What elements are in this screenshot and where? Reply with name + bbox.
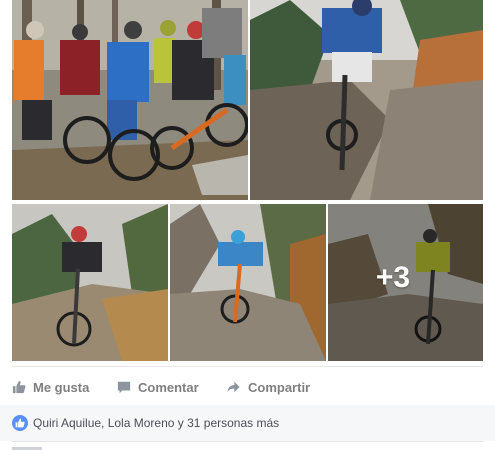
more-photos-overlay[interactable]: +3 bbox=[328, 204, 483, 361]
thumbs-up-icon bbox=[12, 380, 26, 394]
photo-rider-red-helmet[interactable] bbox=[12, 204, 168, 361]
photo-rider-descent-image bbox=[250, 0, 483, 200]
share-button[interactable]: Compartir bbox=[226, 374, 310, 400]
photo-rider-blue-helmet[interactable] bbox=[170, 204, 326, 361]
like-button[interactable]: Me gusta bbox=[12, 374, 89, 400]
reactions-bar: Quiri Aquilue, Lola Moreno y 31 personas… bbox=[0, 405, 495, 441]
like-badge-icon bbox=[12, 415, 28, 431]
photo-group-riders-image bbox=[12, 0, 248, 200]
action-bar: Me gusta Comentar Compartir bbox=[12, 374, 483, 400]
share-arrow-icon bbox=[227, 381, 240, 393]
photo-rider-blue-helmet-image bbox=[170, 204, 326, 361]
photo-more-album[interactable]: +3 bbox=[328, 204, 483, 361]
facebook-post: +3 Me gusta Comentar Compartir Quiri Aqu… bbox=[0, 0, 495, 450]
photo-group-riders[interactable] bbox=[12, 0, 248, 200]
reactions-summary[interactable]: Quiri Aquilue, Lola Moreno y 31 personas… bbox=[12, 414, 279, 432]
like-label: Me gusta bbox=[33, 379, 90, 395]
share-label: Compartir bbox=[248, 379, 311, 395]
reactions-summary-text: Quiri Aquilue, Lola Moreno y 31 personas… bbox=[33, 416, 280, 430]
more-photos-count: +3 bbox=[375, 260, 411, 294]
photo-rider-red-helmet-image bbox=[12, 204, 168, 361]
comment-label: Comentar bbox=[138, 379, 199, 395]
comment-button[interactable]: Comentar bbox=[117, 374, 199, 400]
photo-rider-descent[interactable] bbox=[250, 0, 483, 200]
divider bbox=[12, 441, 483, 442]
speech-bubble-icon bbox=[117, 381, 131, 394]
divider bbox=[12, 366, 483, 367]
